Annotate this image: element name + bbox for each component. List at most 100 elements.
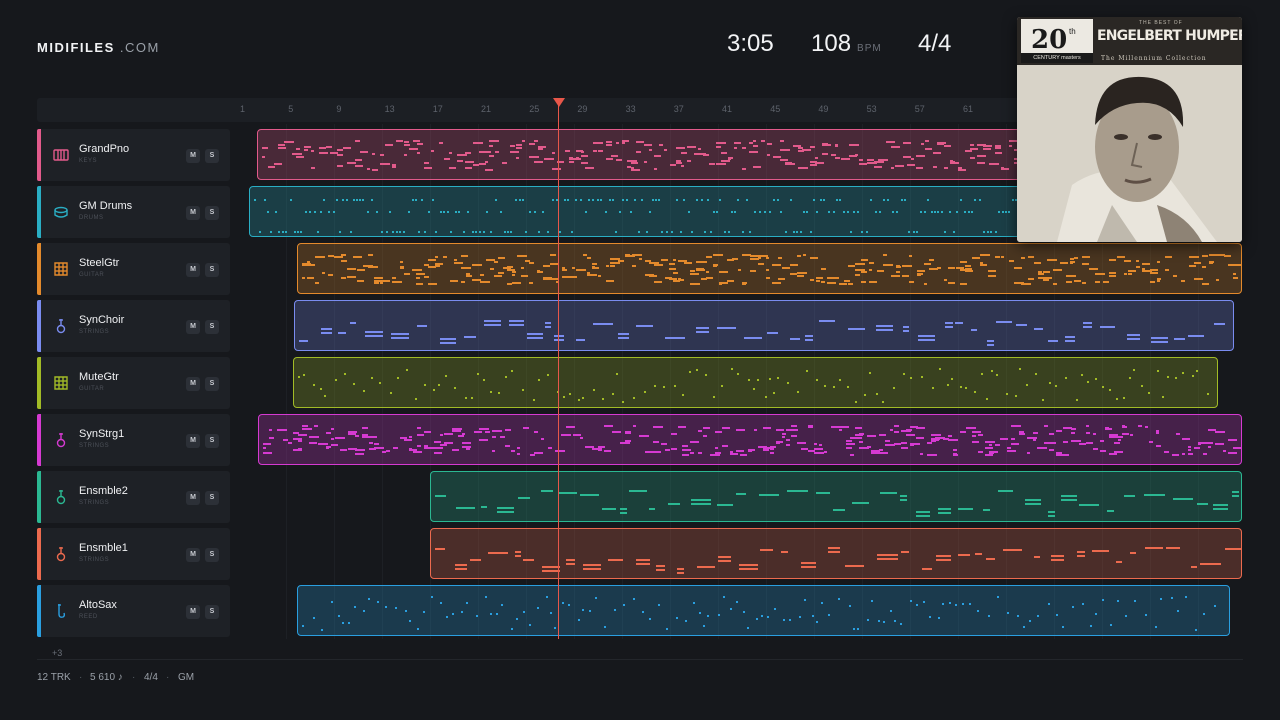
tempo-display: 108 BPM bbox=[811, 30, 882, 58]
mute-button[interactable]: M bbox=[186, 377, 200, 391]
song-duration: 3:05 bbox=[727, 30, 774, 57]
midi-clip[interactable] bbox=[430, 528, 1242, 579]
footer-separator: · bbox=[79, 672, 83, 683]
track-color-stripe bbox=[37, 300, 41, 352]
guitar-icon bbox=[53, 375, 69, 391]
solo-button[interactable]: S bbox=[205, 548, 219, 562]
note-pattern bbox=[302, 596, 1216, 631]
track-header-grandpno[interactable]: GrandPno KEYS M S bbox=[37, 129, 230, 181]
solo-button[interactable]: S bbox=[205, 149, 219, 163]
ruler-tick: 21 bbox=[481, 104, 492, 114]
track-name: SynStrg1 bbox=[79, 428, 125, 440]
badge-number: 20 bbox=[1031, 25, 1068, 55]
ruler-tick: 57 bbox=[914, 104, 925, 114]
track-name: Ensmble1 bbox=[79, 542, 128, 554]
mute-button[interactable]: M bbox=[186, 206, 200, 220]
track-name: GrandPno bbox=[79, 143, 130, 155]
midi-clip[interactable] bbox=[297, 585, 1230, 636]
sax-icon bbox=[53, 603, 69, 619]
track-header-gm-drums[interactable]: GM Drums DRUMS M S bbox=[37, 186, 230, 238]
more-tracks-indicator[interactable]: +3 bbox=[52, 648, 62, 658]
track-color-stripe bbox=[37, 414, 41, 466]
mute-button[interactable]: M bbox=[186, 548, 200, 562]
track-category: REED bbox=[79, 614, 98, 620]
track-name: Ensmble2 bbox=[79, 485, 128, 497]
mute-button[interactable]: M bbox=[186, 491, 200, 505]
midi-clip[interactable] bbox=[297, 243, 1242, 294]
ruler-tick: 9 bbox=[336, 104, 342, 114]
mute-button[interactable]: M bbox=[186, 320, 200, 334]
note-pattern bbox=[298, 368, 1209, 403]
ruler-tick: 1 bbox=[240, 104, 246, 114]
midi-clip[interactable] bbox=[293, 357, 1218, 408]
ruler-tick: 25 bbox=[529, 104, 540, 114]
ruler-tick: 5 bbox=[288, 104, 294, 114]
track-category: GUITAR bbox=[79, 386, 105, 392]
midi-clip[interactable] bbox=[294, 300, 1234, 351]
solo-button[interactable]: S bbox=[205, 320, 219, 334]
solo-button[interactable]: S bbox=[205, 605, 219, 619]
century-badge: 20 th CENTURY masters bbox=[1021, 19, 1093, 63]
violin-icon bbox=[53, 318, 69, 334]
track-header-altosax[interactable]: AltoSax REED M S bbox=[37, 585, 230, 637]
mute-button[interactable]: M bbox=[186, 605, 200, 619]
track-category: STRINGS bbox=[79, 443, 110, 449]
playhead-marker[interactable] bbox=[553, 98, 565, 107]
track-color-stripe bbox=[37, 129, 41, 181]
note-pattern bbox=[435, 547, 1241, 574]
ruler-tick: 37 bbox=[673, 104, 684, 114]
footer-note-count: 5 610 ♪ bbox=[90, 672, 123, 683]
album-portrait bbox=[1017, 65, 1242, 242]
logo-name: MIDIFILES bbox=[37, 40, 115, 55]
solo-button[interactable]: S bbox=[205, 206, 219, 220]
badge-suffix: th bbox=[1069, 27, 1076, 36]
track-color-stripe bbox=[37, 471, 41, 523]
track-name: SteelGtr bbox=[79, 257, 120, 269]
solo-button[interactable]: S bbox=[205, 491, 219, 505]
solo-button[interactable]: S bbox=[205, 377, 219, 391]
track-color-stripe bbox=[37, 243, 41, 295]
site-logo[interactable]: MIDIFILES .COM bbox=[37, 40, 160, 55]
track-color-stripe bbox=[37, 186, 41, 238]
footer-divider bbox=[37, 659, 1243, 660]
tempo-unit: BPM bbox=[857, 43, 882, 54]
guitar-icon bbox=[53, 261, 69, 277]
track-category: DRUMS bbox=[79, 215, 104, 221]
solo-button[interactable]: S bbox=[205, 434, 219, 448]
logo-suffix: .COM bbox=[119, 40, 160, 55]
mute-button[interactable]: M bbox=[186, 149, 200, 163]
time-signature: 4/4 bbox=[918, 30, 952, 57]
ruler-tick: 53 bbox=[866, 104, 877, 114]
track-category: STRINGS bbox=[79, 329, 110, 335]
midi-clip[interactable] bbox=[258, 414, 1242, 465]
ruler-tick: 13 bbox=[384, 104, 395, 114]
playhead[interactable] bbox=[558, 99, 559, 639]
track-category: GUITAR bbox=[79, 272, 105, 278]
ruler-tick: 61 bbox=[963, 104, 974, 114]
solo-button[interactable]: S bbox=[205, 263, 219, 277]
footer-separator: · bbox=[166, 672, 170, 683]
mute-button[interactable]: M bbox=[186, 263, 200, 277]
track-category: STRINGS bbox=[79, 500, 110, 506]
track-header-synstrg1[interactable]: SynStrg1 STRINGS M S bbox=[37, 414, 230, 466]
ruler-tick: 17 bbox=[432, 104, 443, 114]
piano-icon bbox=[53, 147, 69, 163]
track-color-stripe bbox=[37, 585, 41, 637]
track-header-mutegtr[interactable]: MuteGtr GUITAR M S bbox=[37, 357, 230, 409]
violin-icon bbox=[53, 432, 69, 448]
drum-icon bbox=[53, 204, 69, 220]
track-category: STRINGS bbox=[79, 557, 110, 563]
track-header-steelgtr[interactable]: SteelGtr GUITAR M S bbox=[37, 243, 230, 295]
violin-icon bbox=[53, 489, 69, 505]
mute-button[interactable]: M bbox=[186, 434, 200, 448]
footer-separator: · bbox=[132, 672, 136, 683]
note-pattern bbox=[435, 490, 1239, 517]
track-header-synchoir[interactable]: SynChoir STRINGS M S bbox=[37, 300, 230, 352]
ruler-tick: 33 bbox=[625, 104, 636, 114]
midi-clip[interactable] bbox=[430, 471, 1242, 522]
track-header-ensmble2[interactable]: Ensmble2 STRINGS M S bbox=[37, 471, 230, 523]
album-best-of: THE BEST OF bbox=[1139, 20, 1183, 26]
track-header-ensmble1[interactable]: Ensmble1 STRINGS M S bbox=[37, 528, 230, 580]
ruler-tick: 45 bbox=[770, 104, 781, 114]
ruler-tick: 49 bbox=[818, 104, 829, 114]
